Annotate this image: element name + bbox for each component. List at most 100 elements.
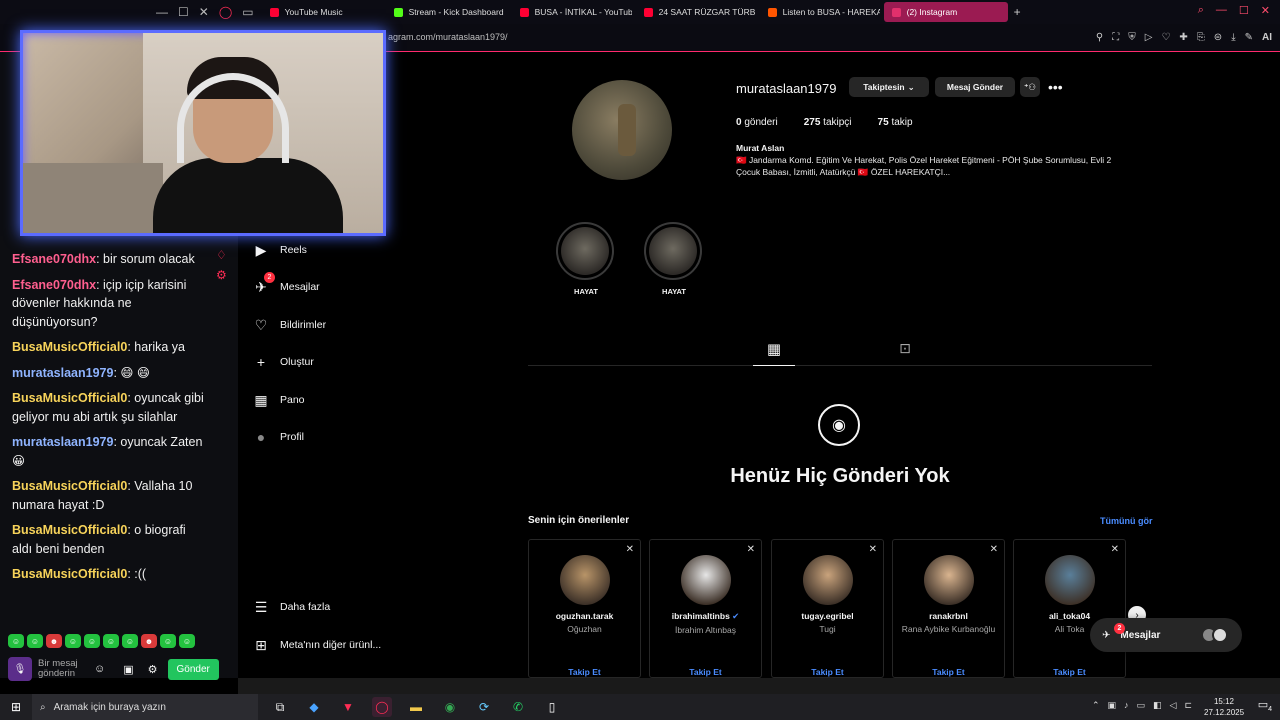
- opera-icon[interactable]: ◯: [219, 5, 232, 19]
- url-text[interactable]: agram.com/murataslaan1979/: [388, 32, 508, 42]
- browser-tab[interactable]: BUSA - İNTİKAL - YouTub: [512, 2, 632, 22]
- suggestion-username[interactable]: ranakrbnl: [893, 611, 1004, 621]
- whatsapp-icon[interactable]: ✆: [508, 697, 528, 717]
- browser-tab[interactable]: YouTube Music: [262, 2, 382, 22]
- emoji-icon[interactable]: ☺: [94, 663, 105, 675]
- suggestion-username[interactable]: ibrahimaltinbs ✔: [650, 611, 761, 622]
- profile-avatar[interactable]: [572, 80, 672, 180]
- chrome-icon[interactable]: ◉: [440, 697, 460, 717]
- gear-icon[interactable]: ⚙: [148, 663, 158, 676]
- dismiss-icon[interactable]: ✕: [990, 544, 998, 555]
- play-icon[interactable]: ▷: [1145, 32, 1153, 43]
- chat-username[interactable]: BusaMusicOfficial0: [12, 523, 127, 537]
- following-stat[interactable]: 75 takip: [878, 117, 913, 128]
- highlight-item[interactable]: HAYAT: [556, 222, 616, 296]
- chat-username[interactable]: murataslaan1979: [12, 366, 113, 380]
- emote-icon[interactable]: ☺: [179, 634, 195, 648]
- messages-float-button[interactable]: ✈ 2 Mesajlar: [1090, 618, 1242, 652]
- minimize-icon[interactable]: —: [156, 5, 168, 19]
- dismiss-icon[interactable]: ✕: [626, 544, 634, 555]
- download-icon[interactable]: ⤓: [1231, 32, 1235, 43]
- highlight-item[interactable]: HAYAT: [644, 222, 704, 296]
- follow-button[interactable]: Takip Et: [1014, 667, 1125, 677]
- chat-input[interactable]: Bir mesaj gönderin: [38, 659, 88, 679]
- file-explorer-icon[interactable]: ▬: [406, 697, 426, 717]
- task-view-icon[interactable]: ⧉: [270, 697, 290, 717]
- suggest-people-button[interactable]: ⁺⚇: [1020, 77, 1040, 97]
- snapshot-icon[interactable]: ⛶: [1112, 32, 1119, 43]
- see-all-link[interactable]: Tümünü gör: [1100, 516, 1153, 526]
- network-icon[interactable]: ⊏: [1184, 700, 1192, 711]
- dismiss-icon[interactable]: ✕: [869, 544, 877, 555]
- chat-username[interactable]: BusaMusicOfficial0: [12, 340, 127, 354]
- send-button[interactable]: Gönder: [167, 658, 219, 680]
- copy-icon[interactable]: ⎘: [1197, 32, 1205, 43]
- gift-icon[interactable]: ♢: [216, 248, 227, 262]
- windows-start-icon[interactable]: ⊞: [0, 700, 32, 714]
- avatar[interactable]: [802, 555, 853, 605]
- followers-stat[interactable]: 275 takipçi: [804, 117, 852, 128]
- nav-item-mesajlar[interactable]: ✈ 2 Mesajlar: [252, 272, 320, 296]
- app-icon[interactable]: ▼: [338, 697, 358, 717]
- lock-icon[interactable]: ⊜: [1214, 32, 1222, 43]
- chat-username[interactable]: Efsane070dhx: [12, 252, 96, 266]
- message-button[interactable]: Mesaj Gönder: [935, 77, 1015, 97]
- emote-icon[interactable]: ☺: [84, 634, 100, 648]
- chevron-up-icon[interactable]: ⌃: [1092, 700, 1100, 711]
- app-icon[interactable]: ⟳: [474, 697, 494, 717]
- tab-tagged-icon[interactable]: ⊡: [894, 340, 916, 357]
- more-options-icon[interactable]: •••: [1048, 79, 1063, 95]
- wand-icon[interactable]: ✎: [1245, 32, 1253, 43]
- browser-tab[interactable]: Listen to BUSA - HAREKA: [760, 2, 880, 22]
- avatar[interactable]: [1044, 555, 1095, 605]
- settings-icon[interactable]: ⚙: [216, 268, 227, 282]
- nav-item-profil[interactable]: ● Profil: [252, 428, 304, 446]
- nav-meta-products[interactable]: ⊞ Meta'nın diğer ürünl...: [252, 636, 381, 654]
- nav-item-bildirimler[interactable]: ♡ Bildirimler: [252, 316, 326, 334]
- chat-username[interactable]: BusaMusicOfficial0: [12, 567, 127, 581]
- browser-tab[interactable]: Stream - Kick Dashboard: [386, 2, 508, 22]
- close-icon[interactable]: ✕: [199, 5, 209, 19]
- store-icon[interactable]: ▣: [123, 663, 133, 676]
- chat-username[interactable]: murataslaan1979: [12, 435, 113, 449]
- emote-icon[interactable]: ☺: [8, 634, 24, 648]
- tab-posts-grid-icon[interactable]: ▦: [753, 340, 795, 366]
- close-window-icon[interactable]: ✕: [1261, 4, 1270, 17]
- emote-icon[interactable]: ☻: [141, 634, 157, 648]
- dismiss-icon[interactable]: ✕: [1111, 544, 1119, 555]
- avatar[interactable]: [923, 555, 974, 605]
- horizontal-scrollbar[interactable]: [238, 678, 1280, 694]
- notification-icon[interactable]: ▭4: [1258, 698, 1272, 713]
- shield-icon[interactable]: ⛨: [1128, 32, 1136, 43]
- minimize-window-icon[interactable]: —: [1216, 4, 1227, 17]
- microphone-icon[interactable]: 🎙: [8, 657, 32, 681]
- suggestion-username[interactable]: oguzhan.tarak: [529, 611, 640, 621]
- follow-button[interactable]: Takip Et: [893, 667, 1004, 677]
- suggestion-username[interactable]: tugay.egribel: [772, 611, 883, 621]
- avatar[interactable]: [680, 555, 731, 605]
- dismiss-icon[interactable]: ✕: [747, 544, 755, 555]
- emote-icon[interactable]: ☺: [27, 634, 43, 648]
- avatar[interactable]: [559, 555, 610, 605]
- chat-username[interactable]: BusaMusicOfficial0: [12, 479, 127, 493]
- nav-item-pano[interactable]: ▦ Pano: [252, 391, 304, 409]
- browser-tab[interactable]: (2) Instagram: [883, 2, 1008, 22]
- notepad-icon[interactable]: ▯: [542, 697, 562, 717]
- taskbar-search[interactable]: ⌕ Aramak için buraya yazın: [32, 694, 258, 720]
- follow-button[interactable]: Takip Et: [772, 667, 883, 677]
- nav-item-reels[interactable]: ▶ Reels: [252, 241, 307, 259]
- tray-app-icon[interactable]: ▣: [1107, 700, 1116, 711]
- heart-icon[interactable]: ♡: [1161, 32, 1170, 43]
- volume-icon[interactable]: ◁: [1170, 700, 1177, 711]
- browser-tab[interactable]: 24 SAAT RÜZGAR TÜRBİN: [636, 2, 756, 22]
- emote-icon[interactable]: ☺: [65, 634, 81, 648]
- clock[interactable]: 15:12 27.12.2025: [1204, 696, 1244, 718]
- emote-icon[interactable]: ☻: [46, 634, 62, 648]
- workspace-icon[interactable]: ▭: [242, 5, 253, 19]
- chat-username[interactable]: Efsane070dhx: [12, 278, 96, 292]
- new-tab-button[interactable]: +: [1014, 5, 1021, 19]
- following-button[interactable]: Takiptesin ⌄: [849, 77, 929, 97]
- tray-app-icon[interactable]: ◧: [1153, 700, 1162, 711]
- microphone-icon[interactable]: ♪: [1124, 700, 1129, 711]
- follow-button[interactable]: Takip Et: [650, 667, 761, 677]
